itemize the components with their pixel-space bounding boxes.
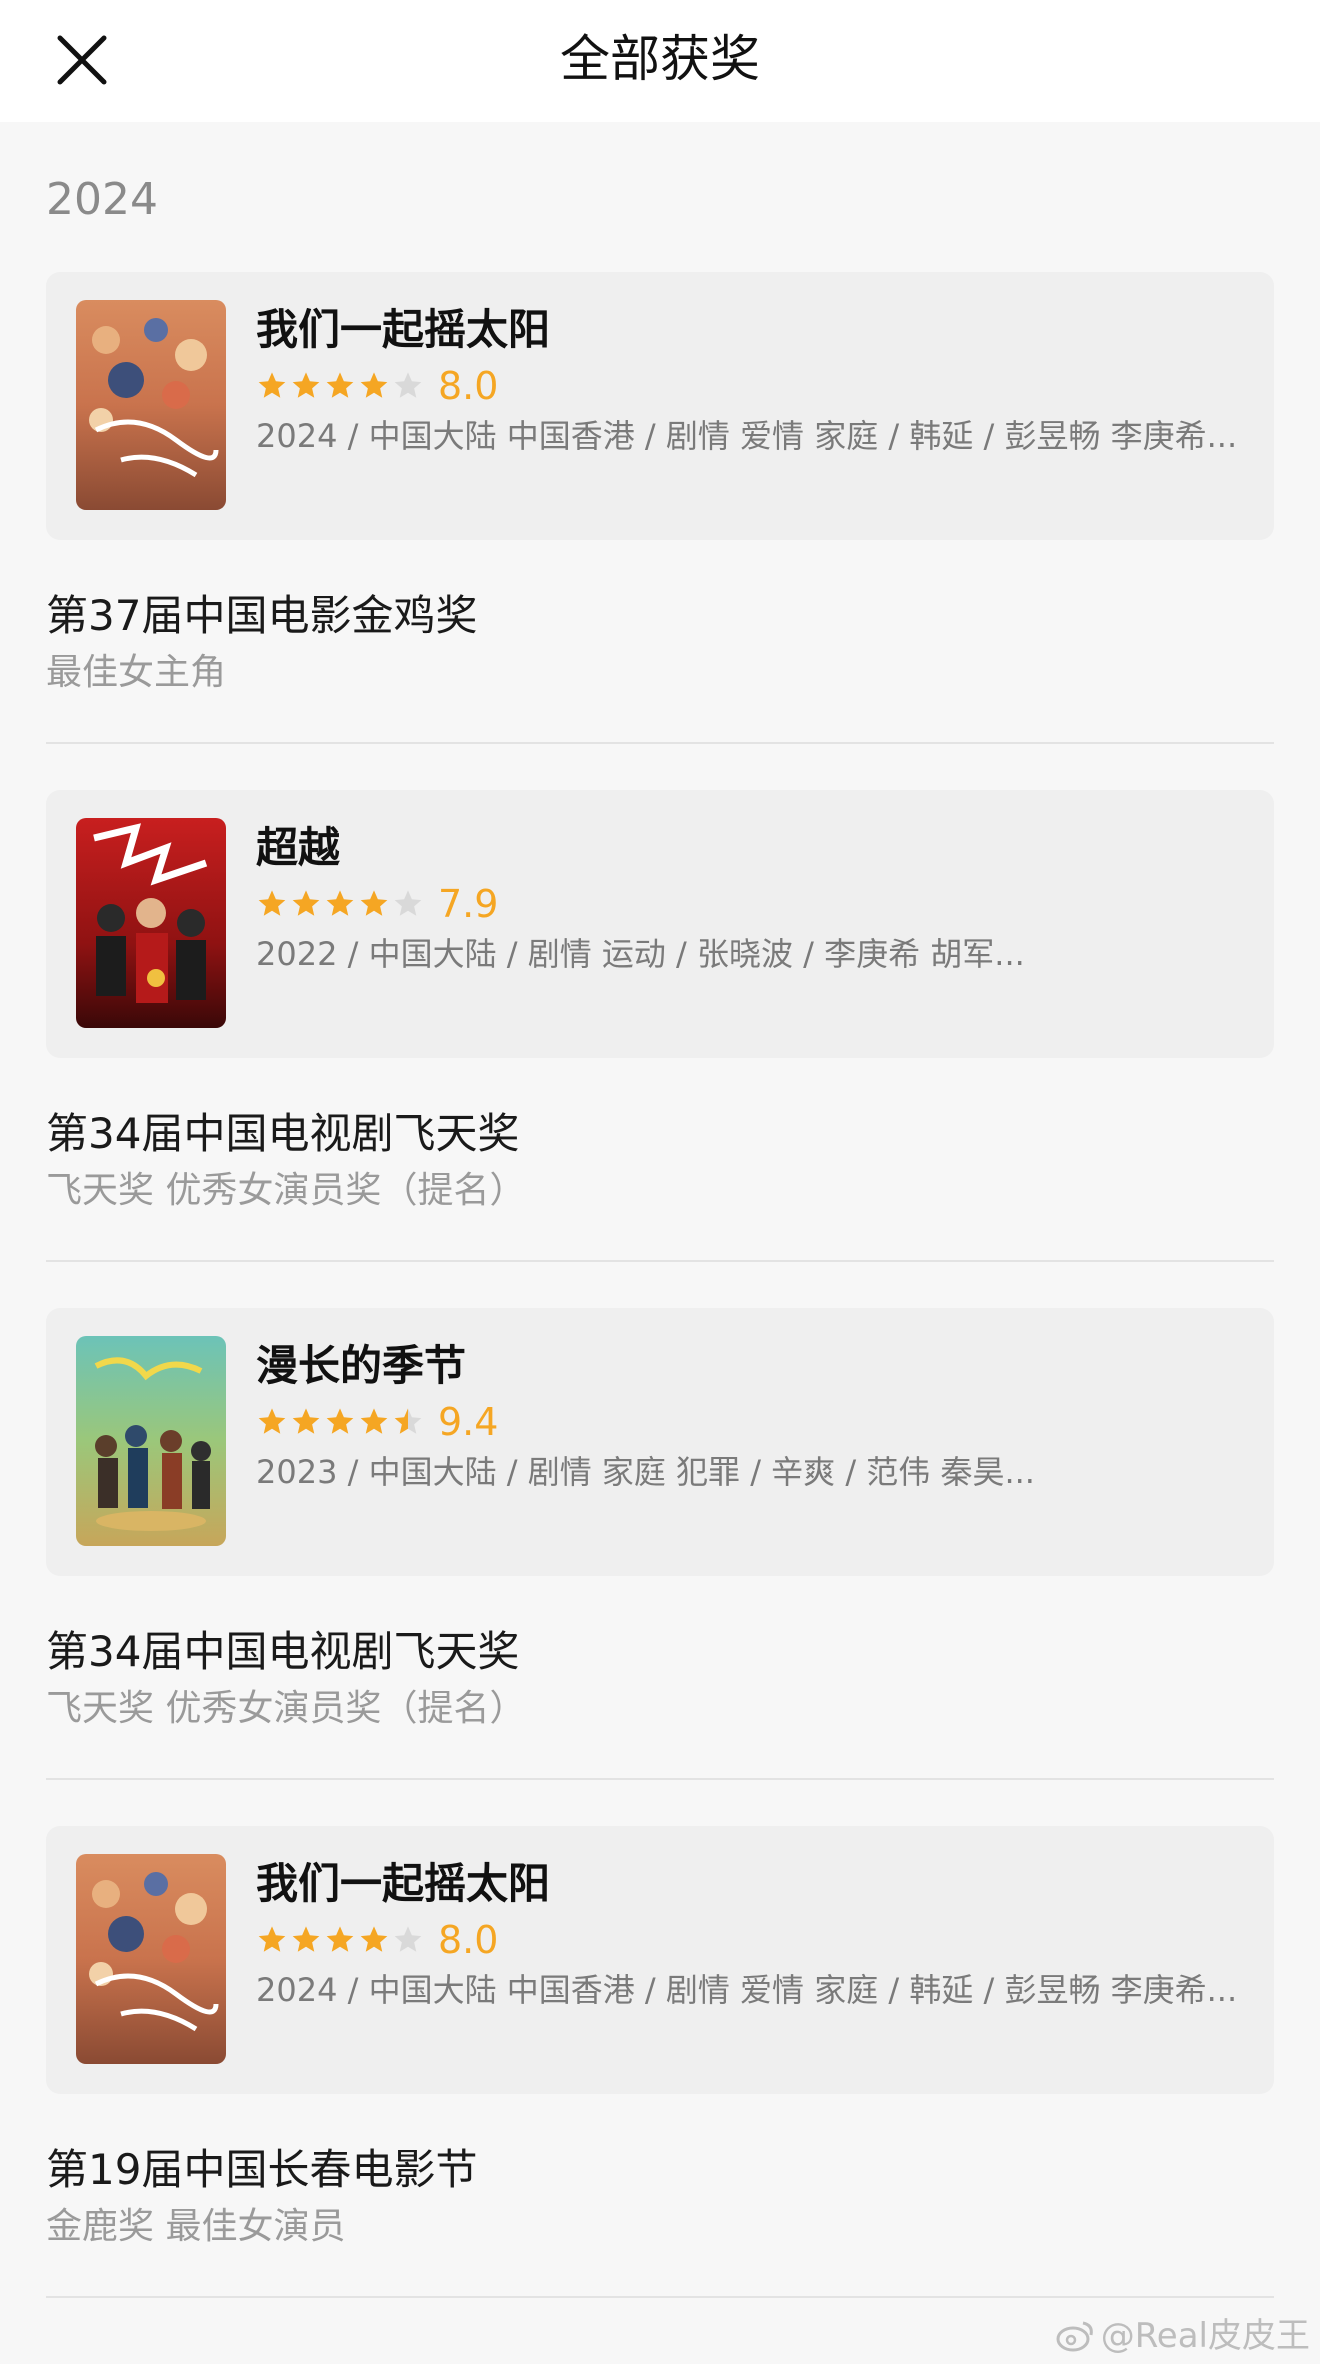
watermark-text: @Real皮皮王	[1100, 2316, 1310, 2356]
star-filled-icon	[258, 372, 286, 398]
award-entry: 漫长的季节 9.4 2023 / 中国大陆 / 剧情 家庭 犯罪 / 辛爽 / …	[0, 1308, 1320, 1826]
star-filled-icon	[360, 1408, 388, 1434]
award-detail: 飞天奖 优秀女演员奖（提名）	[46, 1170, 526, 1211]
award-detail: 飞天奖 优秀女演员奖（提名）	[46, 1688, 526, 1729]
star-filled-icon	[258, 1408, 286, 1434]
rating-score: 9.4	[438, 1400, 499, 1444]
divider	[46, 742, 1274, 744]
star-rating	[256, 370, 424, 402]
rating-row: 8.0	[256, 364, 498, 408]
star-filled-icon	[258, 1926, 286, 1952]
movie-title: 漫长的季节	[256, 1341, 467, 1390]
star-empty-icon	[394, 1926, 422, 1952]
movie-title: 我们一起摇太阳	[256, 305, 551, 354]
movie-info: 2023 / 中国大陆 / 剧情 家庭 犯罪 / 辛爽 / 范伟 秦昊...	[256, 1453, 1035, 1491]
watermark: @Real皮皮王	[1055, 2314, 1310, 2358]
page-title: 全部获奖	[560, 30, 760, 88]
star-empty-icon	[394, 372, 422, 398]
star-filled-icon	[292, 1926, 320, 1952]
weibo-icon	[1056, 2321, 1093, 2352]
divider	[46, 1778, 1274, 1780]
movie-card[interactable]: 我们一起摇太阳 8.0 2024 / 中国大陆 中国香港 / 剧情 爱情 家庭 …	[46, 272, 1274, 540]
divider	[46, 1260, 1274, 1262]
star-filled-icon	[360, 890, 388, 916]
award-entry: 超越 7.9 2022 / 中国大陆 / 剧情 运动 / 张晓波 / 李庚希 胡…	[0, 790, 1320, 1308]
movie-card[interactable]: 我们一起摇太阳 8.0 2024 / 中国大陆 中国香港 / 剧情 爱情 家庭 …	[46, 1826, 1274, 2094]
movie-title: 我们一起摇太阳	[256, 1859, 551, 1908]
star-filled-icon	[360, 372, 388, 398]
poster-image	[76, 818, 226, 1028]
movie-info: 2024 / 中国大陆 中国香港 / 剧情 爱情 家庭 / 韩延 / 彭昱畅 李…	[256, 417, 1238, 455]
year-heading: 2024	[46, 174, 158, 225]
star-rating	[256, 1924, 424, 1956]
movie-card[interactable]: 漫长的季节 9.4 2023 / 中国大陆 / 剧情 家庭 犯罪 / 辛爽 / …	[46, 1308, 1274, 1576]
star-rating	[256, 1406, 424, 1438]
rating-row: 8.0	[256, 1918, 498, 1962]
award-detail: 金鹿奖 最佳女演员	[46, 2206, 346, 2247]
rating-score: 8.0	[438, 1918, 499, 1962]
star-half-icon	[394, 1408, 422, 1434]
award-name: 第34届中国电视剧飞天奖	[46, 1627, 520, 1676]
poster-image	[76, 1854, 226, 2064]
star-filled-icon	[292, 1408, 320, 1434]
rating-row: 9.4	[256, 1400, 498, 1444]
movie-title: 超越	[256, 823, 341, 872]
award-name: 第34届中国电视剧飞天奖	[46, 1109, 520, 1158]
movie-card[interactable]: 超越 7.9 2022 / 中国大陆 / 剧情 运动 / 张晓波 / 李庚希 胡…	[46, 790, 1274, 1058]
movie-info: 2022 / 中国大陆 / 剧情 运动 / 张晓波 / 李庚希 胡军...	[256, 935, 1025, 973]
rating-score: 8.0	[438, 364, 499, 408]
star-empty-icon	[394, 890, 422, 916]
award-entry: 我们一起摇太阳 8.0 2024 / 中国大陆 中国香港 / 剧情 爱情 家庭 …	[0, 1826, 1320, 2344]
star-filled-icon	[326, 1926, 354, 1952]
award-name: 第19届中国长春电影节	[46, 2145, 478, 2194]
award-entry: 我们一起摇太阳 8.0 2024 / 中国大陆 中国香港 / 剧情 爱情 家庭 …	[0, 272, 1320, 790]
star-filled-icon	[326, 372, 354, 398]
star-filled-icon	[360, 1926, 388, 1952]
movie-info: 2024 / 中国大陆 中国香港 / 剧情 爱情 家庭 / 韩延 / 彭昱畅 李…	[256, 1971, 1238, 2009]
award-detail: 最佳女主角	[46, 652, 227, 693]
rating-row: 7.9	[256, 882, 498, 926]
star-rating	[256, 888, 424, 920]
divider	[46, 2296, 1274, 2298]
poster-image	[76, 300, 226, 510]
award-name: 第37届中国电影金鸡奖	[46, 591, 478, 640]
star-filled-icon	[326, 890, 354, 916]
top-bar: 全部获奖	[0, 0, 1320, 122]
star-filled-icon	[292, 890, 320, 916]
star-filled-icon	[326, 1408, 354, 1434]
poster-image	[76, 1336, 226, 1546]
star-filled-icon	[258, 890, 286, 916]
star-filled-icon	[292, 372, 320, 398]
rating-score: 7.9	[438, 882, 499, 926]
